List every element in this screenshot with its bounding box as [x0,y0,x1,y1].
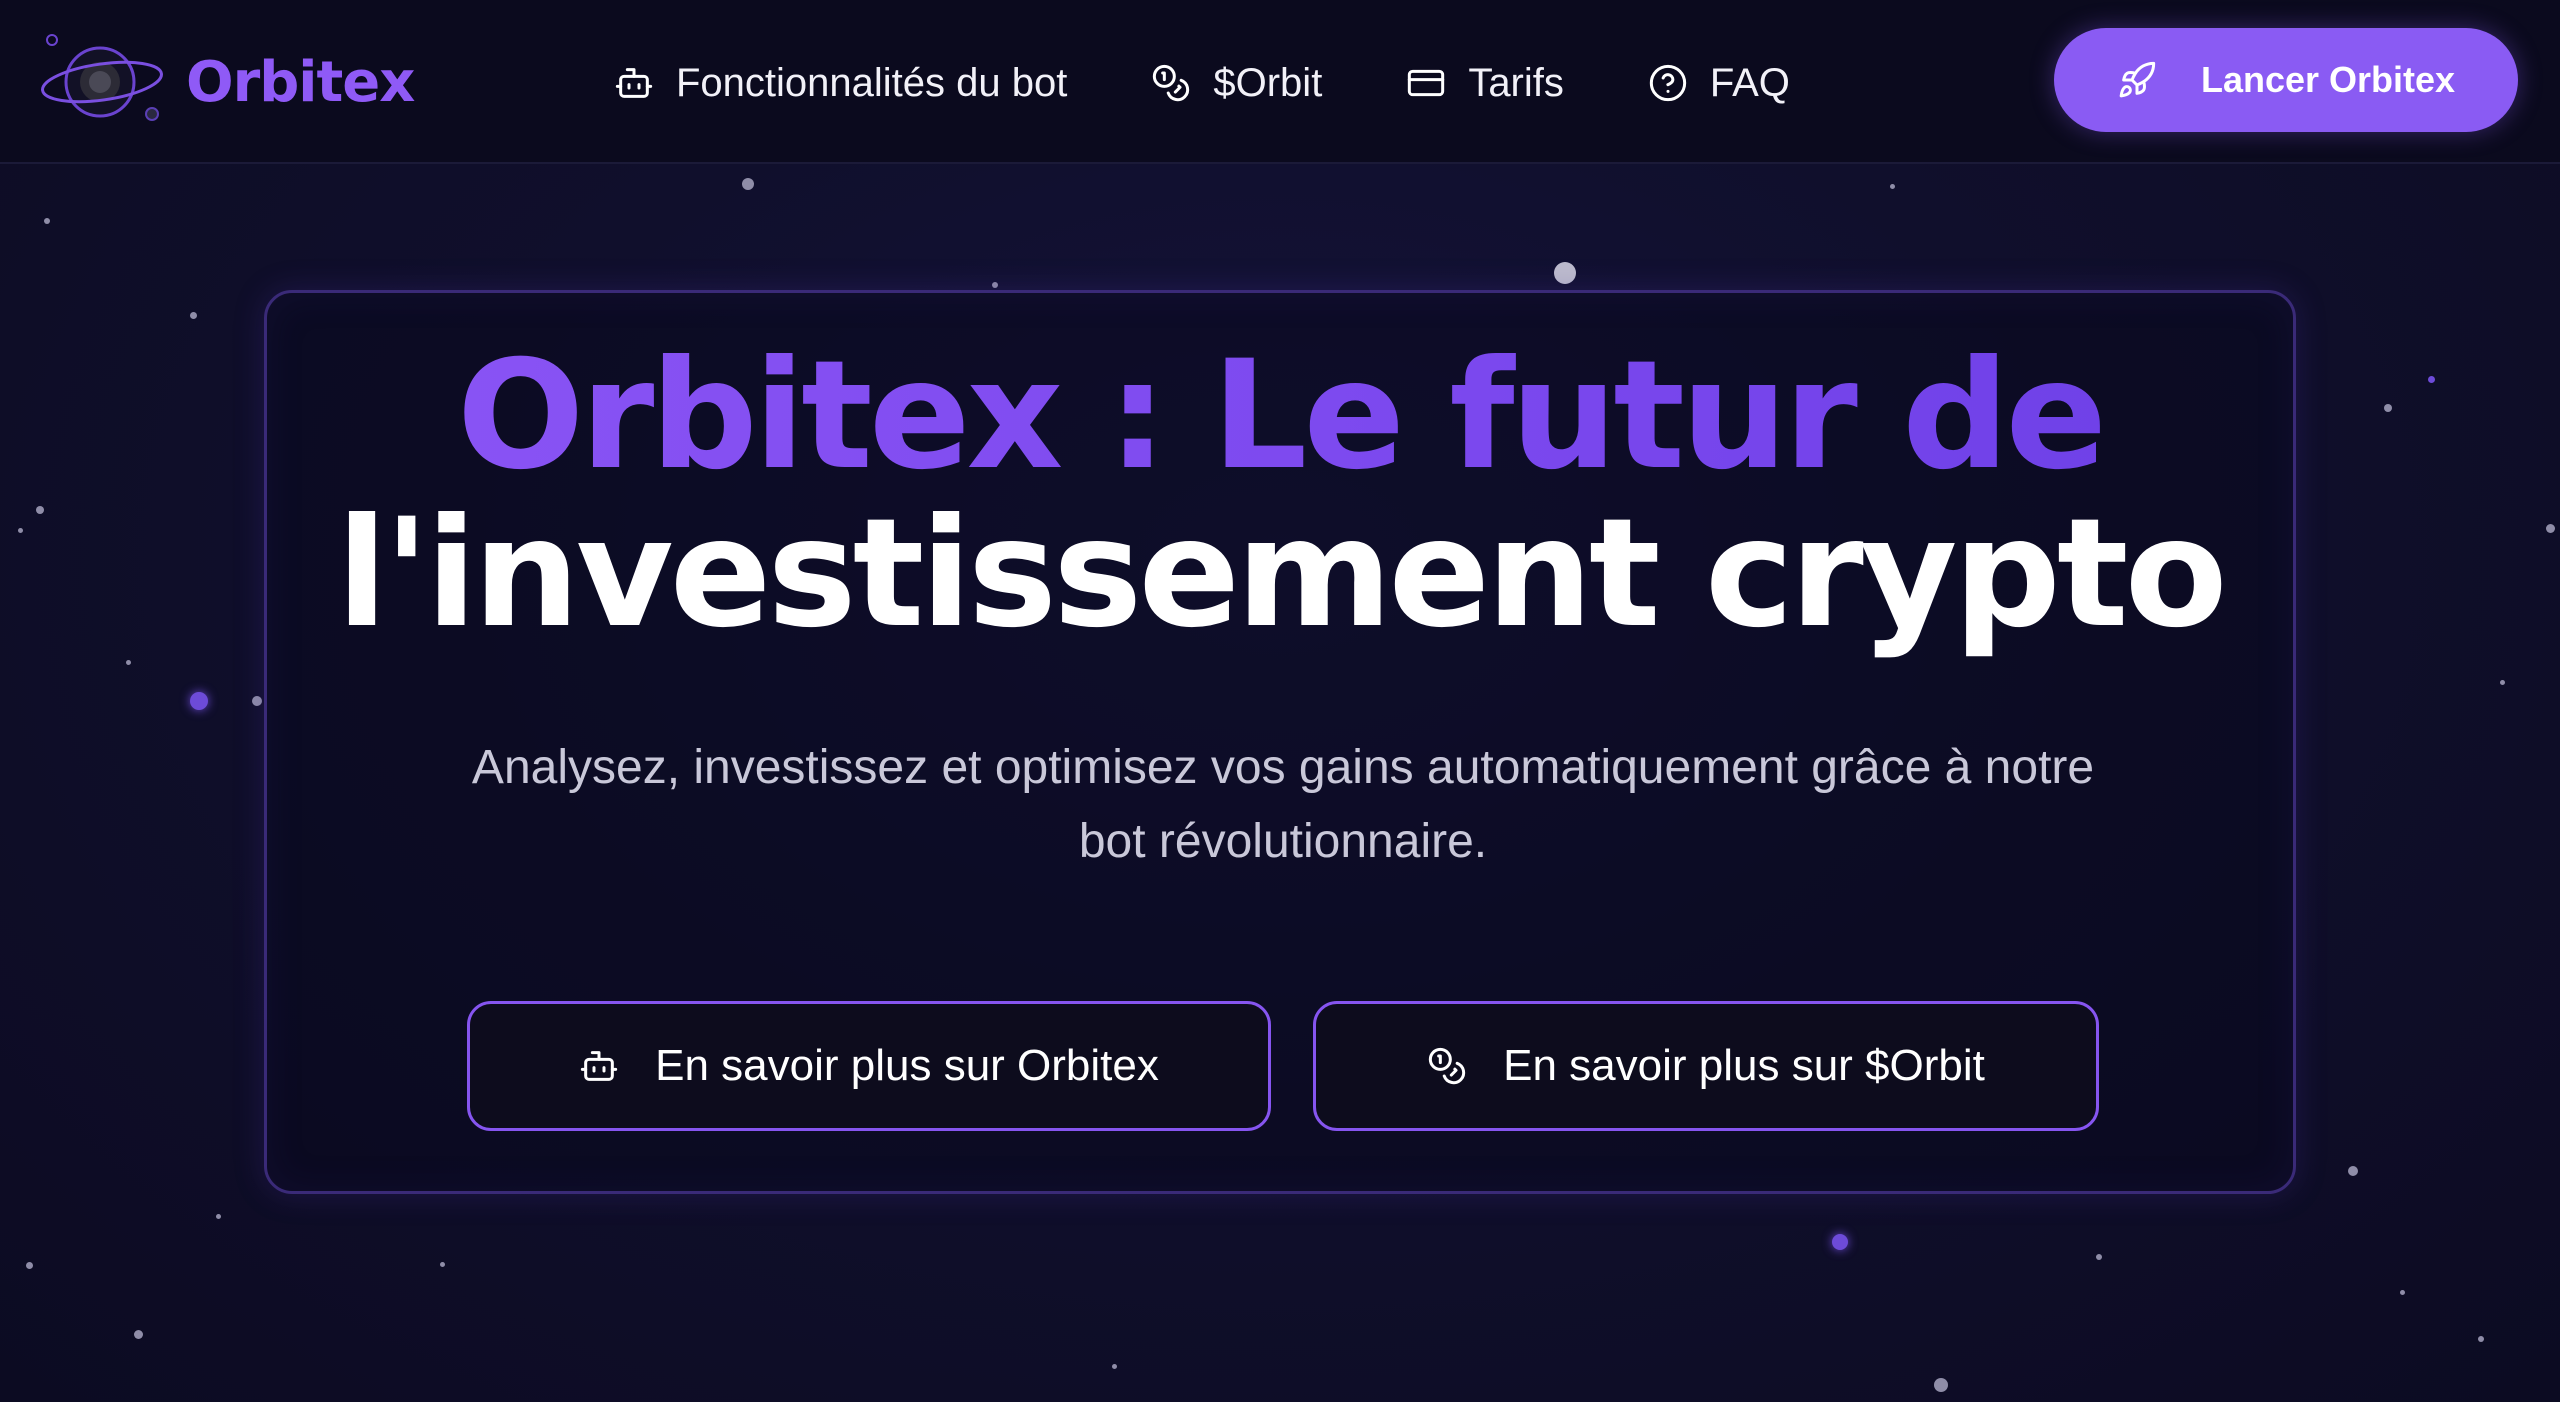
coins-icon [1153,64,1190,102]
star [2384,404,2392,412]
star [440,1262,445,1267]
star [1890,184,1895,189]
planet-logo-icon [41,34,163,121]
star [18,528,23,533]
nav-item-label: Tarifs [1468,60,1564,105]
learn-more-orbitex-button[interactable]: En savoir plus sur Orbitex [467,1001,1271,1131]
star [1112,1364,1117,1369]
bot-icon [580,1051,618,1081]
brand-name: Orbitex [186,49,415,115]
hero-subtitle: Analysez, investissez et optimisez vos g… [471,741,2095,868]
star [134,1330,143,1339]
launch-orbitex-button[interactable]: Lancer Orbitex [2054,28,2518,132]
bot-icon [615,68,653,98]
star [1832,1234,1848,1250]
nav-item-label: Fonctionnalités du bot [676,60,1068,105]
page: Orbitex Fonctionnalités du bot $Orbit Ta… [0,0,2560,1402]
credit-card-icon [1408,69,1445,97]
learn-more-orbitex-label: En savoir plus sur Orbitex [655,1041,1159,1090]
star [252,696,262,706]
nav-item-pricing[interactable]: Tarifs [1406,61,1564,106]
star [126,660,131,665]
star [1934,1378,1948,1392]
hero-title-main: l'investissement crypto [336,487,2227,661]
star [44,218,50,224]
coins-icon [1428,1047,1466,1085]
star [190,692,208,710]
hero-actions: En savoir plus sur Orbitex En savoir plu… [467,1001,2099,1131]
help-circle-icon [1649,64,1687,102]
star [742,178,754,190]
main-nav: Fonctionnalités du bot $Orbit Tarifs FAQ [614,48,1790,118]
star [2348,1166,2358,1176]
nav-item-label: $Orbit [1213,60,1323,105]
rocket-icon [2119,61,2156,98]
nav-item-faq[interactable]: FAQ [1648,61,1790,106]
star [190,312,197,319]
nav-item-orbit[interactable]: $Orbit [1151,61,1322,106]
nav-item-label: FAQ [1709,60,1790,105]
star [216,1214,221,1219]
star [36,506,44,514]
star [2096,1254,2102,1260]
star [2478,1336,2484,1342]
learn-more-orbit-label: En savoir plus sur $Orbit [1503,1041,1985,1090]
hero-card: Orbitex : Le futur de l'investissement c… [264,290,2296,1194]
star [26,1262,33,1269]
hero-title-highlight: Orbitex : Le futur de [267,337,2293,495]
brand-home-link[interactable]: Orbitex [38,30,415,134]
star [2500,680,2505,685]
top-navigation-bar: Orbitex Fonctionnalités du bot $Orbit Ta… [0,0,2560,164]
hero-title: Orbitex : Le futur de l'investissement c… [267,337,2293,653]
star [992,282,998,288]
star [2428,376,2435,383]
launch-orbitex-label: Lancer Orbitex [2200,59,2456,100]
star [2400,1290,2405,1295]
nav-item-features[interactable]: Fonctionnalités du bot [614,61,1067,106]
star [1554,262,1576,284]
learn-more-orbit-button[interactable]: En savoir plus sur $Orbit [1313,1001,2099,1131]
star [2546,524,2555,533]
